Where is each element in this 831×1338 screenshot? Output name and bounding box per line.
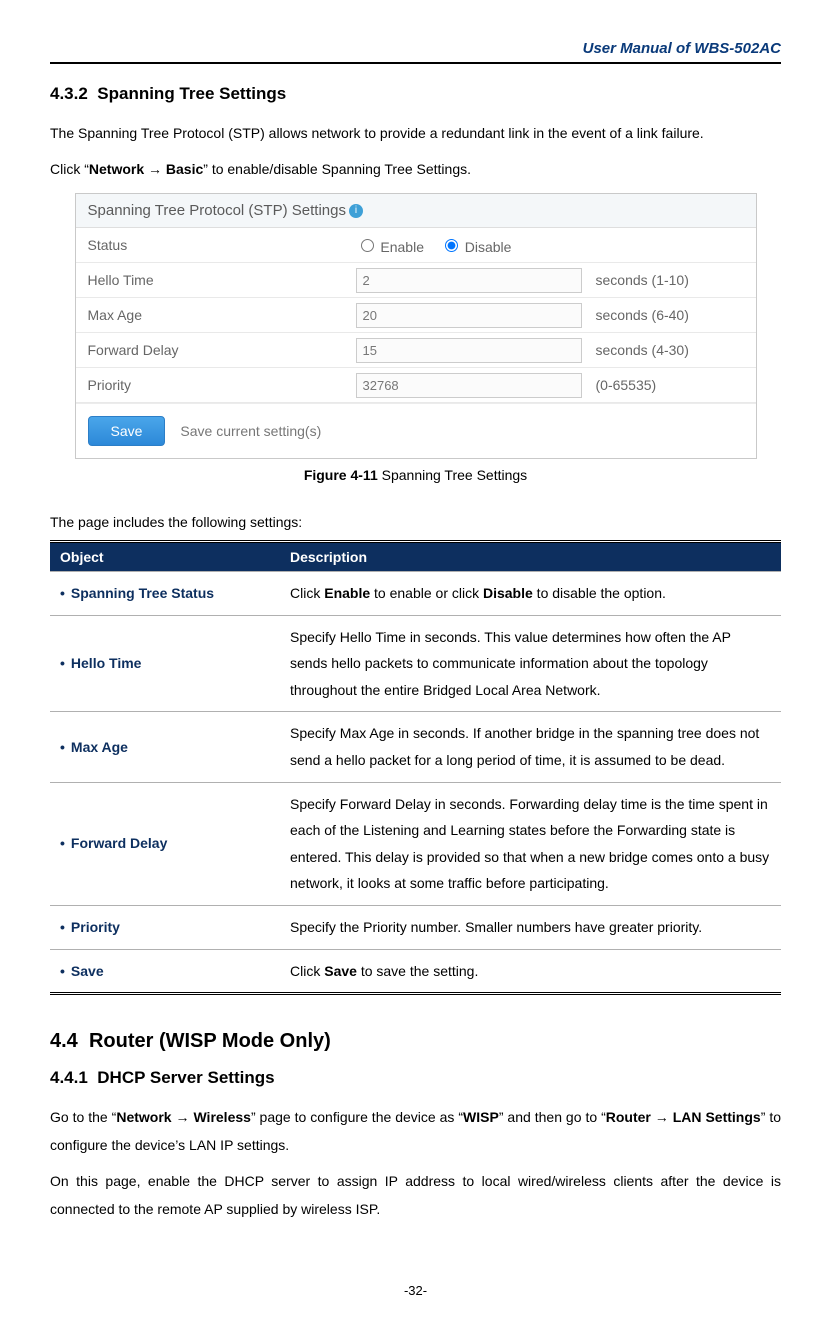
stp-save-row: Save Save current setting(s): [76, 403, 756, 458]
hello-hint: seconds (1-10): [586, 266, 756, 294]
section-title: Router (WISP Mode Only): [89, 1030, 331, 1052]
obj-label: Max Age: [71, 739, 128, 755]
table-row: •Hello Time Specify Hello Time in second…: [50, 615, 781, 712]
obj-desc: Click Save to save the setting.: [280, 949, 781, 994]
stp-panel-title: Spanning Tree Protocol (STP) Settings: [88, 202, 346, 219]
section-heading-432: 4.3.2 Spanning Tree Settings: [50, 84, 781, 104]
status-hint: [586, 239, 756, 251]
table-row: •Max Age Specify Max Age in seconds. If …: [50, 712, 781, 782]
fwd-hint: seconds (4-30): [586, 336, 756, 364]
section-number: 4.3.2: [50, 84, 88, 103]
settings-table: Object Description •Spanning Tree Status…: [50, 540, 781, 995]
obj-desc: Specify the Priority number. Smaller num…: [280, 905, 781, 949]
obj-label: Spanning Tree Status: [71, 585, 214, 601]
settings-intro: The page includes the following settings…: [50, 508, 781, 536]
stp-row-hello: Hello Time seconds (1-10): [76, 263, 756, 298]
col-description: Description: [280, 542, 781, 572]
enable-radio-label[interactable]: Enable: [356, 239, 424, 255]
table-row: •Forward Delay Specify Forward Delay in …: [50, 782, 781, 905]
settings-table-body: •Spanning Tree Status Click Enable to en…: [50, 572, 781, 994]
status-label: Status: [76, 231, 350, 259]
info-icon[interactable]: i: [349, 204, 363, 218]
intro-paragraph-1: The Spanning Tree Protocol (STP) allows …: [50, 119, 781, 147]
section-title: Spanning Tree Settings: [97, 84, 286, 103]
table-row: •Save Click Save to save the setting.: [50, 949, 781, 994]
intro-prefix: Click “: [50, 161, 89, 177]
stp-settings-panel: Spanning Tree Protocol (STP) Settingsi S…: [75, 193, 757, 459]
table-row: •Spanning Tree Status Click Enable to en…: [50, 572, 781, 616]
hello-label: Hello Time: [76, 266, 350, 294]
obj-desc: Click Enable to enable or click Disable …: [280, 572, 781, 616]
obj-label: Hello Time: [71, 655, 142, 671]
manual-header-title: User Manual of WBS-502AC: [50, 40, 781, 57]
fwd-label: Forward Delay: [76, 336, 350, 364]
obj-desc: Specify Hello Time in seconds. This valu…: [280, 615, 781, 712]
section-number: 4.4: [50, 1030, 78, 1052]
prio-label: Priority: [76, 371, 350, 399]
disable-radio-label[interactable]: Disable: [440, 239, 512, 255]
stp-row-maxage: Max Age seconds (6-40): [76, 298, 756, 333]
figure-label-rest: Spanning Tree Settings: [378, 467, 527, 483]
save-button[interactable]: Save: [88, 416, 166, 446]
intro-bold: Network → Basic: [89, 161, 203, 177]
section-heading-441: 4.4.1 DHCP Server Settings: [50, 1068, 781, 1088]
obj-label: Forward Delay: [71, 835, 167, 851]
section-heading-44: 4.4 Router (WISP Mode Only): [50, 1030, 781, 1053]
status-value: Enable Disable: [350, 232, 586, 259]
obj-label: Save: [71, 963, 104, 979]
figure-caption: Figure 4-11 Spanning Tree Settings: [50, 467, 781, 483]
col-object: Object: [50, 542, 280, 572]
enable-radio[interactable]: [361, 239, 374, 252]
section-title: DHCP Server Settings: [97, 1068, 274, 1087]
stp-row-fwd: Forward Delay seconds (4-30): [76, 333, 756, 368]
prio-input[interactable]: [356, 373, 583, 398]
page-number: -32-: [50, 1283, 781, 1298]
obj-desc: Specify Max Age in seconds. If another b…: [280, 712, 781, 782]
fwd-input[interactable]: [356, 338, 583, 363]
prio-hint: (0-65535): [586, 371, 756, 399]
stp-row-status: Status Enable Disable: [76, 228, 756, 263]
header-rule: [50, 62, 781, 64]
obj-label: Priority: [71, 919, 120, 935]
stp-row-prio: Priority (0-65535): [76, 368, 756, 403]
intro-suffix: ” to enable/disable Spanning Tree Settin…: [203, 161, 471, 177]
section-number: 4.4.1: [50, 1068, 88, 1087]
figure-label-bold: Figure 4-11: [304, 467, 378, 483]
table-row: •Priority Specify the Priority number. S…: [50, 905, 781, 949]
dhcp-paragraph-1: Go to the “Network → Wireless” page to c…: [50, 1103, 781, 1159]
maxage-hint: seconds (6-40): [586, 301, 756, 329]
dhcp-paragraph-2: On this page, enable the DHCP server to …: [50, 1167, 781, 1223]
obj-desc: Specify Forward Delay in seconds. Forwar…: [280, 782, 781, 905]
disable-radio[interactable]: [445, 239, 458, 252]
save-hint: Save current setting(s): [180, 423, 321, 439]
intro-paragraph-2: Click “Network → Basic” to enable/disabl…: [50, 155, 781, 183]
maxage-input[interactable]: [356, 303, 583, 328]
hello-input[interactable]: [356, 268, 583, 293]
stp-panel-header: Spanning Tree Protocol (STP) Settingsi: [76, 194, 756, 228]
maxage-label: Max Age: [76, 301, 350, 329]
